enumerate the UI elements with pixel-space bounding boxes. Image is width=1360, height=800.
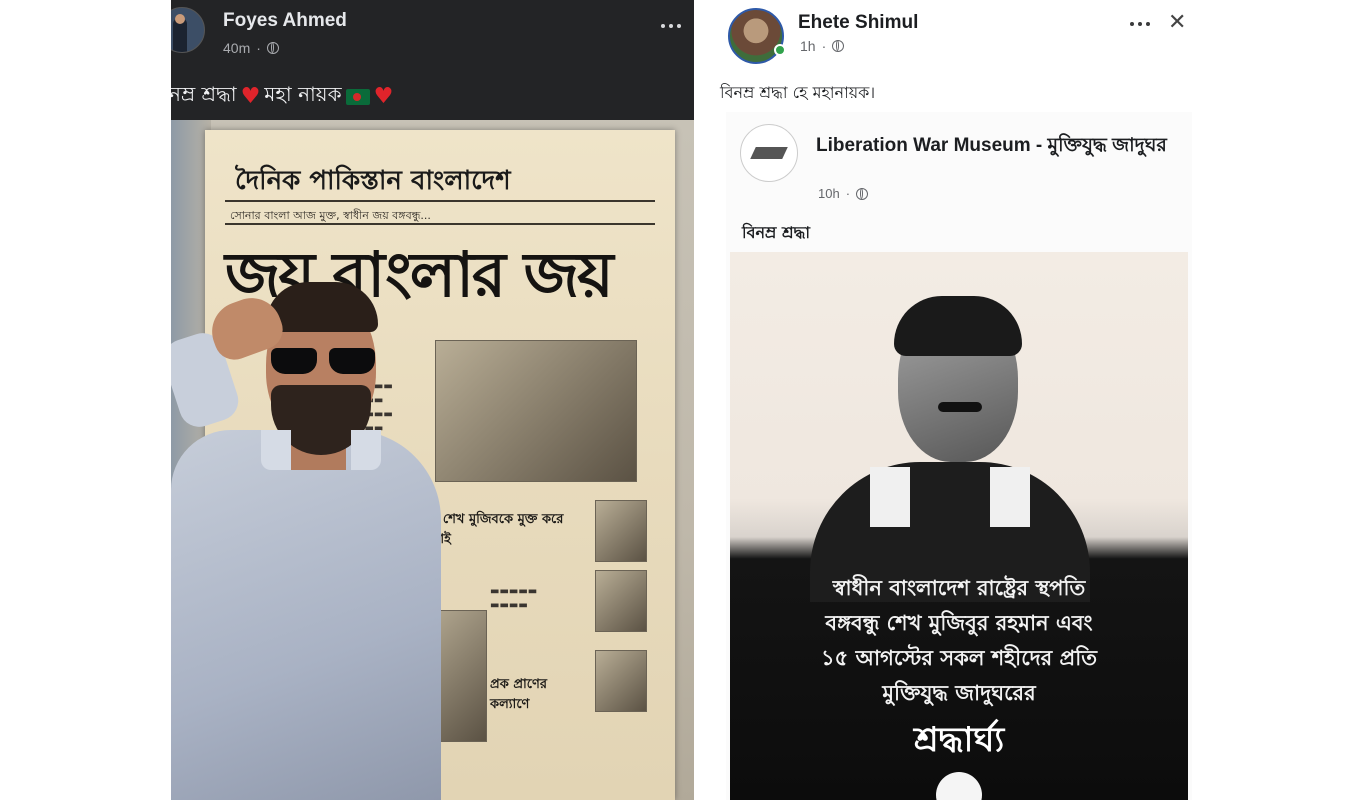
- right-post-meta: 1h ·: [800, 38, 845, 54]
- left-post: Foyes Ahmed 40m · নম্র শ্রদ্ধা ♥ মহা নায…: [171, 0, 695, 800]
- left-post-caption: নম্র শ্রদ্ধা ♥ মহা নায়ক ♥: [171, 80, 393, 113]
- sunglasses-icon: [271, 348, 375, 374]
- heart-icon: ♥: [240, 83, 261, 109]
- bangladesh-flag-icon: [345, 88, 370, 105]
- tribute-line: মুক্তিযুদ্ধ জাদুঘরের: [882, 680, 1036, 705]
- shared-page-name[interactable]: Liberation War Museum - মুক্তিযুদ্ধ জাদু…: [816, 132, 1176, 159]
- shared-post-time[interactable]: 10h: [818, 186, 840, 201]
- right-post-caption: বিনম্র শ্রদ্ধা হে মহানায়ক।: [720, 83, 876, 102]
- left-post-header: Foyes Ahmed 40m · নম্র শ্রদ্ধা ♥ মহা নায…: [171, 0, 695, 120]
- museum-logo-icon: [936, 772, 982, 800]
- right-post: Ehete Shimul 1h · ✕ বিনম্র শ্রদ্ধা হে মহ…: [712, 0, 1192, 800]
- left-author-name[interactable]: Foyes Ahmed: [223, 10, 347, 32]
- leader-portrait: [810, 296, 1090, 602]
- left-author-avatar[interactable]: [171, 7, 205, 53]
- more-options-icon[interactable]: [1130, 22, 1150, 26]
- globe-icon: [832, 40, 845, 52]
- tribute-image[interactable]: স্বাধীন বাংলাদেশ রাষ্ট্রের স্থপতি বঙ্গবন…: [730, 252, 1188, 800]
- globe-icon: [266, 42, 279, 54]
- heart-icon: ♥: [373, 83, 394, 109]
- shared-post-caption: বিনম্র শ্রদ্ধা: [742, 223, 811, 242]
- tribute-text: স্বাধীন বাংলাদেশ রাষ্ট্রের স্থপতি বঙ্গবন…: [730, 570, 1188, 710]
- caption-text-2: মহা নায়ক: [264, 82, 342, 106]
- tribute-title: শ্রদ্ধার্ঘ্য: [913, 720, 1005, 760]
- tribute-line: বঙ্গবন্ধু শেখ মুজিবুর রহমান এবং: [825, 610, 1093, 635]
- globe-icon: [856, 187, 869, 200]
- shared-post[interactable]: Liberation War Museum - মুক্তিযুদ্ধ জাদু…: [726, 112, 1192, 800]
- tribute-line: স্বাধীন বাংলাদেশ রাষ্ট্রের স্থপতি: [832, 575, 1086, 600]
- right-post-time[interactable]: 1h: [800, 38, 816, 54]
- right-author-avatar[interactable]: [728, 8, 784, 64]
- close-icon[interactable]: ✕: [1168, 12, 1186, 34]
- more-options-icon[interactable]: [661, 24, 681, 28]
- shared-post-meta: 10h ·: [818, 186, 869, 201]
- tribute-line: ১৫ আগস্টের সকল শহীদের প্রতি: [821, 645, 1097, 670]
- left-post-meta: 40m ·: [223, 40, 279, 56]
- caption-text-1: নম্র শ্রদ্ধা: [171, 82, 237, 106]
- saluting-person: [171, 120, 695, 800]
- right-author-name[interactable]: Ehete Shimul: [798, 12, 918, 34]
- left-post-photo[interactable]: দৈনিক পাকিস্তান বাংলাদেশ সোনার বাংলা আজ …: [171, 120, 695, 800]
- museum-logo-icon[interactable]: [740, 124, 798, 182]
- left-post-time[interactable]: 40m: [223, 40, 250, 56]
- online-status-icon: [774, 44, 786, 56]
